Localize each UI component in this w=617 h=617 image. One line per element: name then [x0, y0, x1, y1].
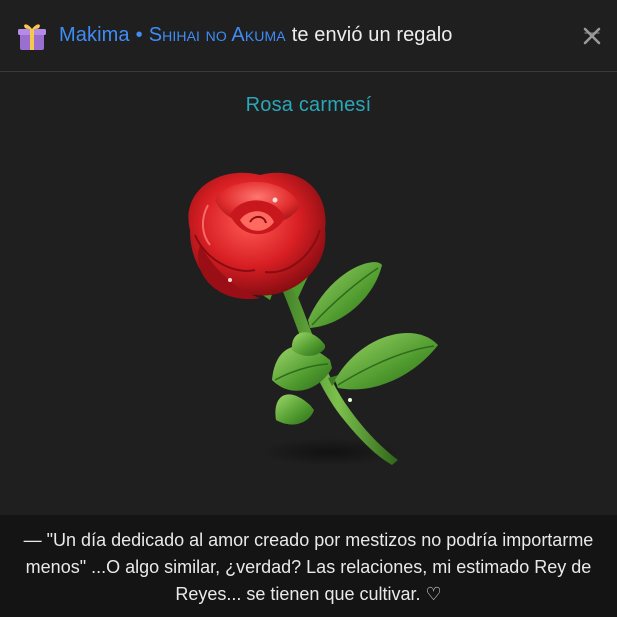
notification-message: te envió un regalo	[291, 24, 453, 46]
gift-notification-modal: Makima • Shihai no Akuma te envió un regalo…	[0, 0, 617, 617]
close-icon	[583, 27, 601, 45]
sender-name-link[interactable]: Makima	[59, 24, 130, 46]
name-separator: •	[135, 24, 143, 46]
close-button[interactable]	[581, 25, 603, 47]
gift-title: Rosa carmesí	[245, 94, 372, 116]
red-rose-image	[160, 160, 460, 480]
gift-message: — "Un día dedicado al amor creado por me…	[0, 515, 617, 617]
notification-header: Makima • Shihai no Akuma te envió un regalo	[0, 0, 617, 72]
gift-box-icon	[16, 20, 48, 52]
sender-title-link[interactable]: Shihai no Akuma	[149, 24, 286, 46]
header-message: Makima • Shihai no Akuma te envió un regalo	[59, 24, 453, 47]
